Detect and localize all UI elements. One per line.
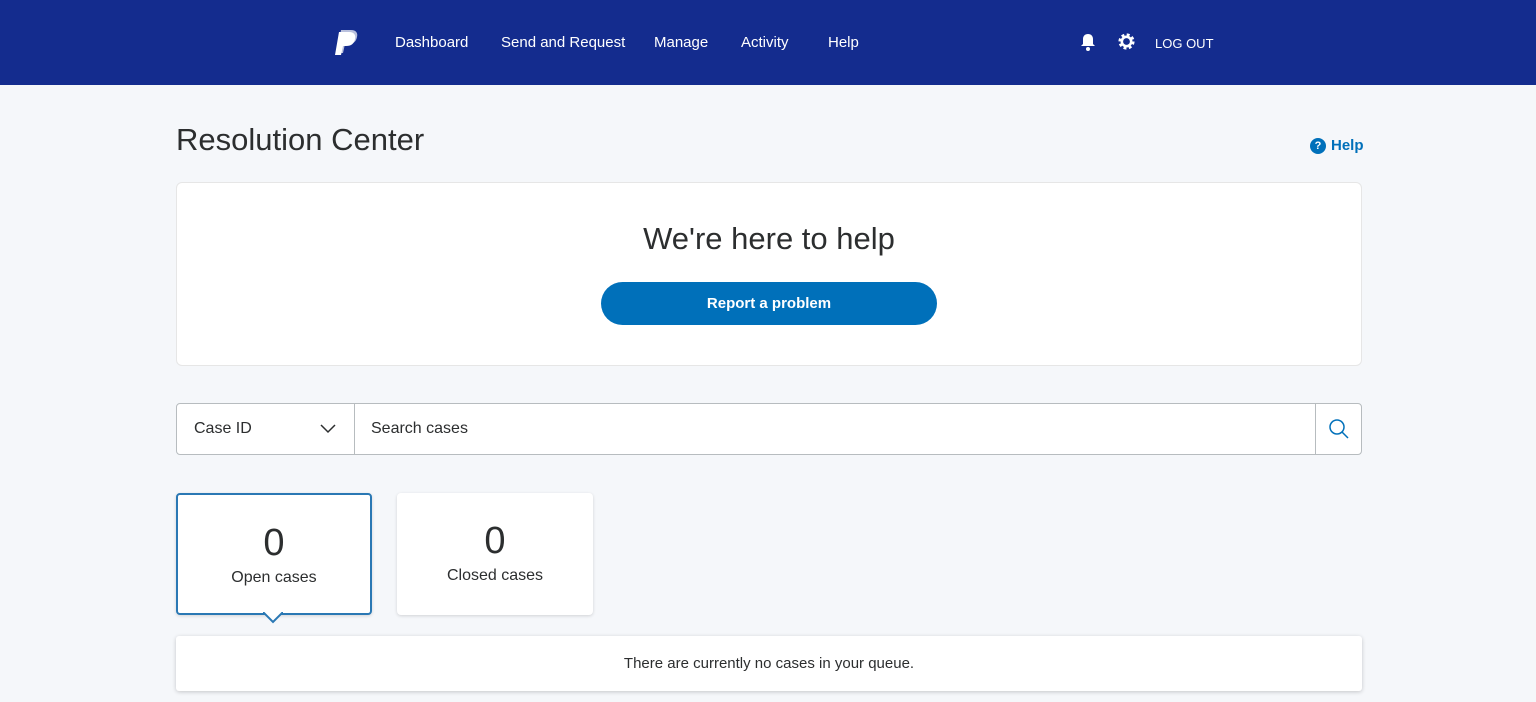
gear-icon[interactable] (1118, 33, 1135, 50)
report-problem-button[interactable]: Report a problem (601, 282, 937, 325)
nav-send-request[interactable]: Send and Request (501, 34, 625, 51)
closed-cases-count: 0 (484, 520, 506, 562)
help-label: Help (1331, 137, 1364, 154)
search-input[interactable] (355, 404, 1315, 454)
tab-closed-cases[interactable]: 0 Closed cases (397, 493, 593, 615)
nav-manage[interactable]: Manage (654, 34, 708, 51)
open-cases-label: Open cases (231, 569, 317, 586)
chevron-down-icon (320, 424, 336, 434)
nav-help[interactable]: Help (828, 34, 859, 51)
help-panel: We're here to help Report a problem (176, 182, 1362, 366)
closed-cases-label: Closed cases (446, 567, 544, 584)
page-title: Resolution Center (176, 122, 425, 157)
top-nav: Dashboard Send and Request Manage Activi… (0, 0, 1536, 85)
question-icon: ? (1310, 137, 1326, 154)
hero-title: We're here to help (643, 221, 895, 256)
search-type-select[interactable]: Case ID (177, 404, 355, 454)
nav-dashboard[interactable]: Dashboard (395, 34, 468, 51)
bell-icon[interactable] (1080, 33, 1096, 51)
case-search: Case ID (176, 403, 1362, 455)
search-icon (1328, 419, 1349, 439)
search-button[interactable] (1315, 404, 1361, 454)
active-tab-caret (263, 612, 283, 624)
open-cases-count: 0 (263, 522, 285, 564)
tab-open-cases[interactable]: 0 Open cases (176, 493, 372, 615)
help-link[interactable]: ? Help (1310, 137, 1364, 154)
nav-activity[interactable]: Activity (741, 34, 789, 51)
search-type-value: Case ID (194, 420, 252, 437)
paypal-logo[interactable] (335, 30, 359, 56)
empty-queue-message: There are currently no cases in your que… (176, 636, 1362, 691)
logout-link[interactable]: LOG OUT (1155, 36, 1214, 51)
